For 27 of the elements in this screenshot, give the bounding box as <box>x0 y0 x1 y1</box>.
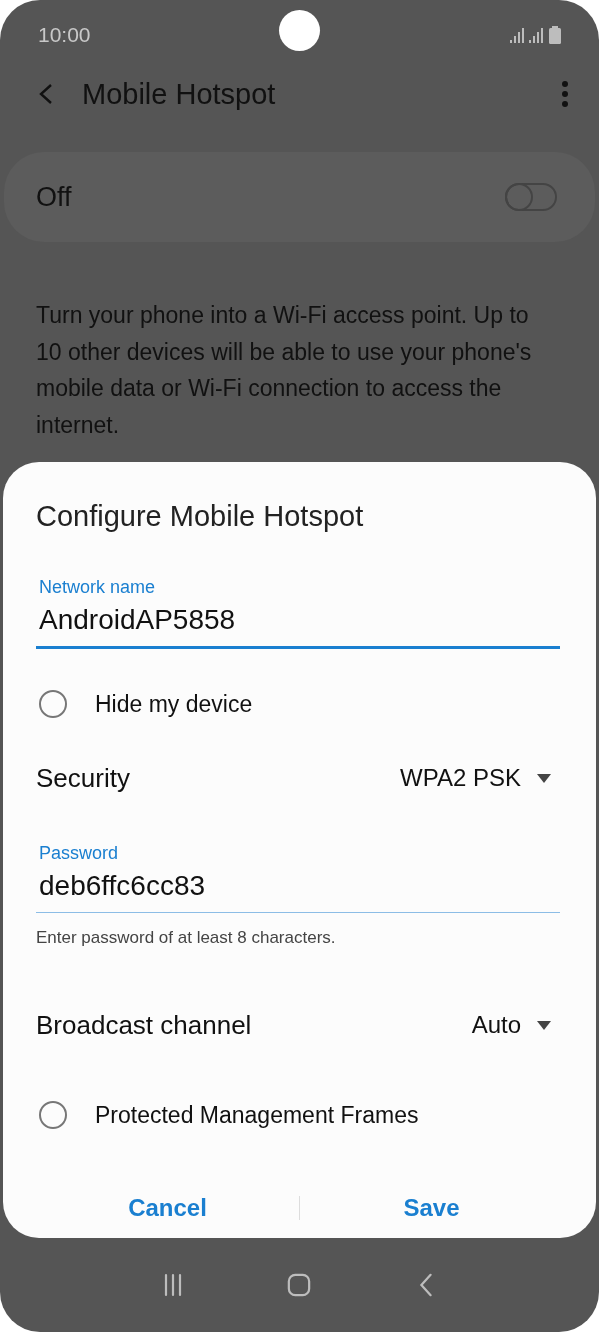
signal-icon <box>529 27 543 43</box>
home-icon[interactable] <box>287 1273 312 1297</box>
status-time: 10:00 <box>38 23 91 47</box>
text-field[interactable]: Password deb6ffc6cc83 <box>36 843 560 913</box>
checkbox[interactable] <box>39 1101 67 1129</box>
signal-icon <box>510 27 524 43</box>
dropdown[interactable]: WPA2 PSK <box>400 764 563 792</box>
checkbox-label: Hide my device <box>95 690 253 718</box>
checkbox[interactable] <box>39 690 67 718</box>
setting-label: Security <box>36 762 131 794</box>
caret-icon <box>537 773 551 783</box>
dropdown[interactable]: Auto <box>471 1011 563 1039</box>
more-options-icon[interactable] <box>561 80 569 108</box>
caret-icon <box>537 1020 551 1030</box>
dialog-title: Configure Mobile Hotspot <box>36 500 365 533</box>
helper-text: Enter password of at least 8 characters. <box>36 928 337 948</box>
camera-hole-icon <box>279 10 320 51</box>
text-field[interactable]: Network name AndroidAP5858 <box>36 577 560 649</box>
battery-icon <box>549 26 561 44</box>
checkbox-label: Protected Management Frames <box>95 1101 419 1129</box>
page-title: Mobile Hotspot <box>82 77 277 111</box>
setting-label: Broadcast channel <box>36 1009 253 1041</box>
description-text: Turn your phone into a Wi-Fi access point. Up to 10 other devices will be able to use your phone's mobile data or Wi-Fi connection to access the internet. <box>36 301 533 440</box>
dialog-button[interactable]: Save <box>300 1180 563 1236</box>
switch-label: Off <box>36 181 73 213</box>
dialog-button[interactable]: Cancel <box>36 1180 299 1236</box>
hotspot-switch[interactable] <box>505 183 557 211</box>
